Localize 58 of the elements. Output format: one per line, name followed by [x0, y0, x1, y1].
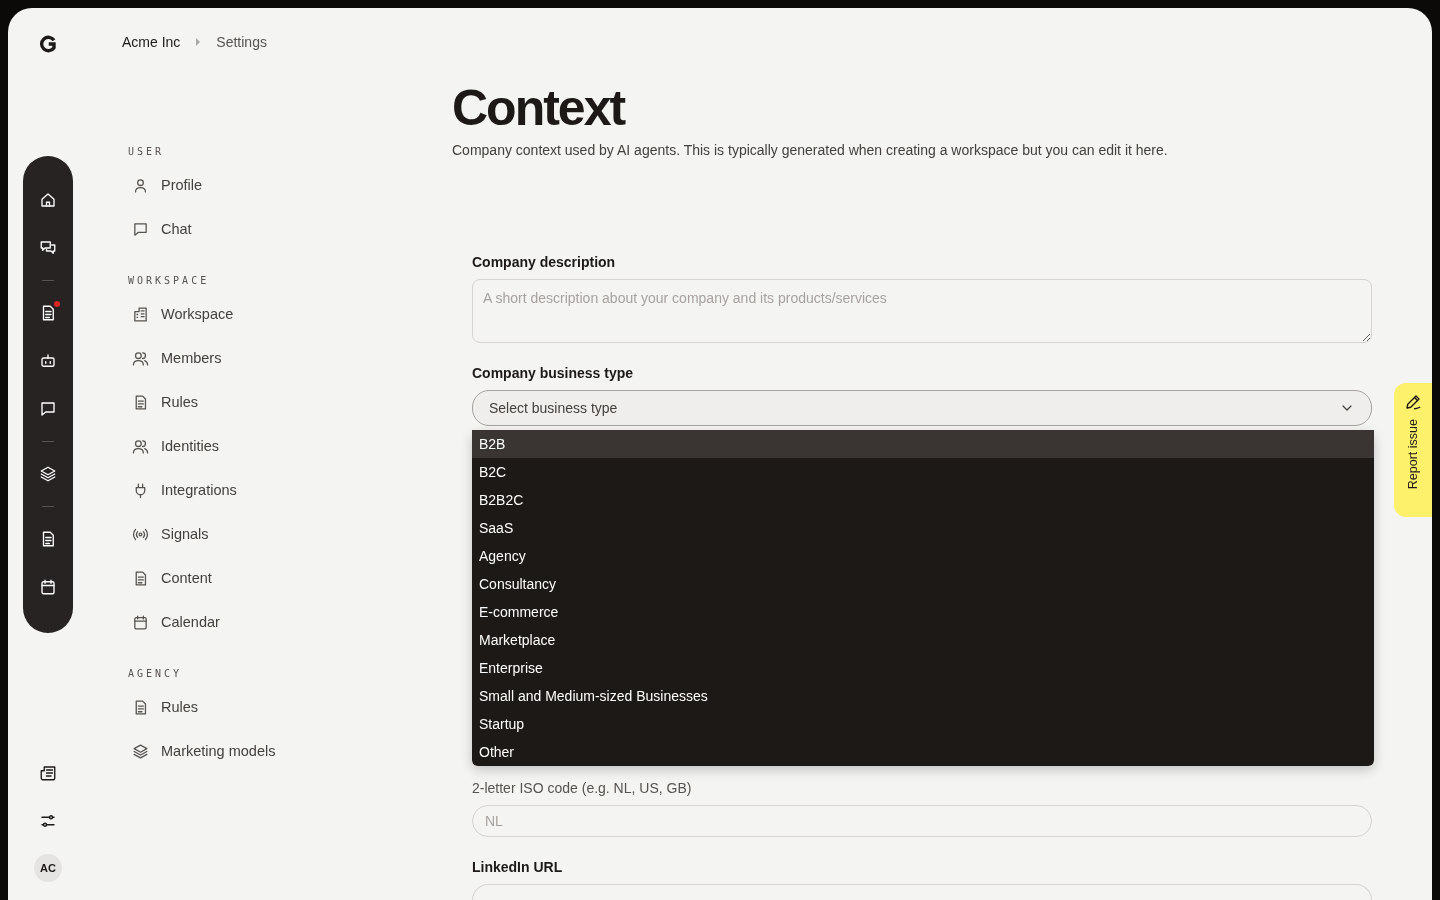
- sidebar-item[interactable]: Content: [122, 556, 220, 600]
- description-field[interactable]: A short description about your company and its products/services: [472, 279, 1372, 343]
- house-icon: [39, 191, 57, 209]
- sidebar-item[interactable]: Profile: [122, 163, 211, 207]
- sidebar-item[interactable]: Workspace: [122, 292, 242, 336]
- calendar-icon: [39, 578, 57, 596]
- page-description: Company context used by AI agents. This is typically generated when creating a workspace but you can edit it here.: [452, 142, 1169, 158]
- sidebar-item[interactable]: Calendar: [122, 600, 228, 644]
- country-code-field[interactable]: NL: [472, 805, 1372, 837]
- field-label: LinkedIn URL: [472, 859, 564, 875]
- dropdown-option[interactable]: Marketplace: [472, 626, 1374, 654]
- section-heading: USER: [128, 146, 166, 157]
- pencil-icon: [1404, 393, 1422, 411]
- dropdown-option[interactable]: B2B: [472, 430, 1374, 458]
- caret-icon: [196, 38, 201, 46]
- sidebar-item[interactable]: Chat: [122, 207, 200, 251]
- chat-icon: [39, 400, 57, 418]
- field-label: Company business type: [472, 365, 635, 381]
- sidebar-item[interactable]: Marketing models: [122, 729, 284, 773]
- dropdown-option[interactable]: B2B2C: [472, 486, 1374, 514]
- dropdown-option[interactable]: B2C: [472, 458, 1374, 486]
- avatar[interactable]: AC: [34, 854, 62, 882]
- dropdown-option[interactable]: Startup: [472, 710, 1374, 738]
- sidebar-item[interactable]: Signals: [122, 512, 217, 556]
- layers-icon: [132, 742, 149, 760]
- people-icon: [132, 349, 149, 367]
- calendar-icon: [132, 613, 149, 631]
- sidebar-item[interactable]: Members: [122, 336, 230, 380]
- dropdown-option[interactable]: SaaS: [472, 514, 1374, 542]
- sidebar-item[interactable]: Rules: [122, 685, 207, 729]
- sidebar-item[interactable]: Integrations: [122, 468, 245, 512]
- dropdown-option[interactable]: Enterprise: [472, 654, 1374, 682]
- dropdown-option[interactable]: Other: [472, 738, 1374, 766]
- chat-bubbles-icon: [39, 239, 57, 257]
- breadcrumb-link[interactable]: Acme Inc: [122, 34, 181, 50]
- building-icon: [132, 305, 149, 323]
- robot-icon: [39, 352, 57, 370]
- sidebar-item[interactable]: Identities: [122, 424, 228, 468]
- breadcrumb-current: Settings: [216, 34, 267, 50]
- section-heading: AGENCY: [128, 668, 184, 679]
- business-type-select[interactable]: Select business type: [472, 390, 1372, 426]
- dropdown-option[interactable]: Consultancy: [472, 570, 1374, 598]
- dropdown-option[interactable]: E-commerce: [472, 598, 1374, 626]
- layers-icon: [39, 465, 57, 483]
- person-icon: [132, 176, 149, 194]
- field-label: Company description: [472, 254, 617, 270]
- logo-icon[interactable]: [39, 34, 57, 52]
- dropdown-option[interactable]: Small and Medium-sized Businesses: [472, 682, 1374, 710]
- field-hint: 2-letter ISO code (e.g. NL, US, GB): [472, 780, 693, 796]
- sidebar-item[interactable]: Rules: [122, 380, 207, 424]
- report-issue-button[interactable]: Report issue: [1394, 383, 1432, 517]
- people-icon: [132, 437, 149, 455]
- dropdown-option[interactable]: Agency: [472, 542, 1374, 570]
- section-heading: WORKSPACE: [128, 275, 211, 286]
- page-title: Context: [452, 80, 626, 136]
- sliders-icon: [39, 812, 57, 830]
- newspaper-icon: [39, 764, 57, 782]
- chat-icon: [132, 220, 149, 238]
